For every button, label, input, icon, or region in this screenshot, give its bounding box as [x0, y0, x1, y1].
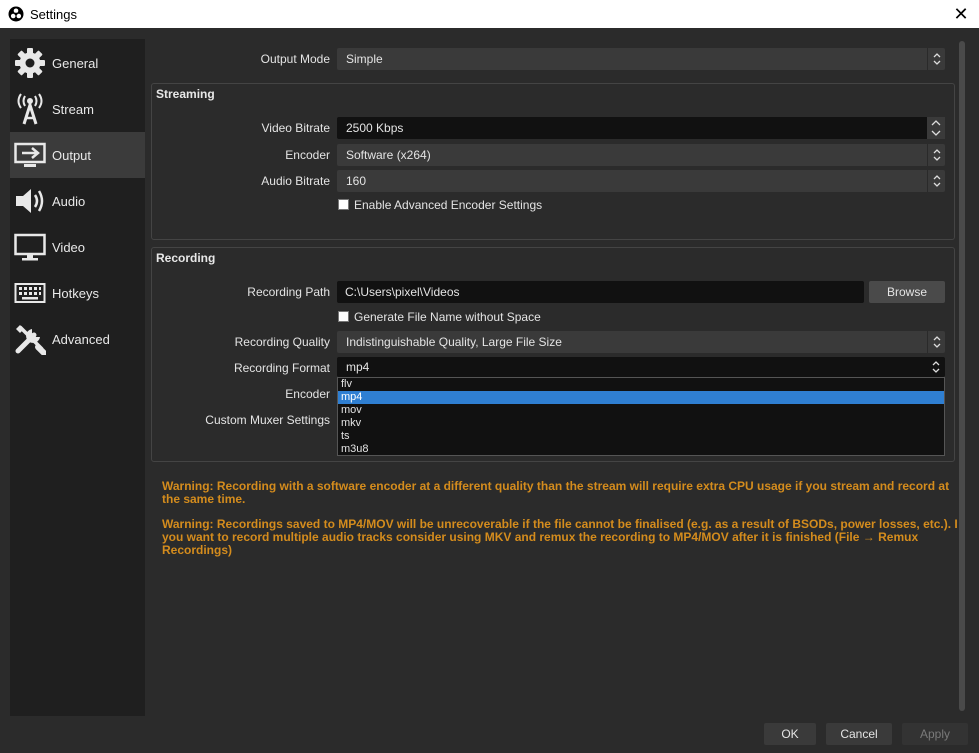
streaming-group-title: Streaming	[156, 87, 215, 101]
no-space-filename-checkbox-label: Generate File Name without Space	[354, 310, 541, 324]
stream-encoder-value: Software (x264)	[346, 148, 431, 162]
advanced-encoder-checkbox[interactable]	[338, 199, 349, 210]
format-option-mov[interactable]: mov	[338, 404, 944, 417]
updown-chevron-icon	[927, 48, 945, 70]
recording-path-label: Recording Path	[247, 285, 330, 299]
monitor-icon	[13, 230, 47, 264]
sidebar-item-label: Video	[52, 239, 86, 255]
sidebar-item-label: Advanced	[52, 331, 110, 347]
output-mode-value: Simple	[346, 52, 383, 66]
sidebar-item-audio[interactable]: Audio	[10, 178, 145, 224]
keyboard-icon	[13, 276, 47, 310]
scrollbar-thumb[interactable]	[959, 41, 965, 711]
sidebar-item-label: General	[52, 55, 99, 71]
settings-sidebar: General Stream Output Audio Video Hotkey…	[10, 39, 145, 716]
gear-icon	[13, 46, 47, 80]
audio-bitrate-value: 160	[346, 174, 367, 188]
output-mode-label: Output Mode	[260, 52, 330, 66]
sidebar-item-output[interactable]: Output	[10, 132, 145, 178]
recording-format-label: Recording Format	[233, 361, 330, 375]
sidebar-item-hotkeys[interactable]: Hotkeys	[10, 270, 145, 316]
custom-muxer-label: Custom Muxer Settings	[205, 413, 330, 427]
apply-button[interactable]: Apply	[902, 723, 968, 745]
recording-format-select[interactable]: mp4	[337, 357, 945, 377]
cancel-button[interactable]: Cancel	[826, 723, 892, 745]
stream-encoder-label: Encoder	[285, 148, 330, 162]
sidebar-item-label: Hotkeys	[52, 285, 99, 301]
stream-encoder-select[interactable]: Software (x264)	[337, 144, 945, 166]
format-option-ts[interactable]: ts	[338, 430, 944, 443]
obs-logo-icon	[8, 6, 24, 22]
video-bitrate-label: Video Bitrate	[261, 121, 331, 135]
close-icon[interactable]: ✕	[949, 2, 973, 26]
video-bitrate-spinbox[interactable]: 2500 Kbps	[337, 117, 945, 139]
spin-buttons[interactable]	[927, 117, 945, 139]
recording-format-dropdown: flv mp4 mov mkv ts m3u8	[337, 377, 945, 456]
title-bar: Settings ✕	[0, 0, 979, 28]
updown-chevron-icon	[927, 170, 945, 192]
sidebar-item-label: Audio	[52, 193, 86, 209]
sidebar-item-label: Output	[52, 147, 92, 163]
recording-quality-value: Indistinguishable Quality, Large File Si…	[346, 335, 562, 349]
updown-chevron-icon	[927, 144, 945, 166]
sidebar-item-stream[interactable]: Stream	[10, 86, 145, 132]
audio-bitrate-select[interactable]: 160	[337, 170, 945, 192]
recording-quality-label: Recording Quality	[234, 335, 330, 349]
warning-line: the same time.	[162, 492, 246, 506]
warning-line: you want to record multiple audio tracks…	[162, 530, 919, 544]
updown-chevron-icon	[927, 357, 945, 377]
cpu-usage-warning: Warning: Recording with a software encod…	[162, 480, 949, 506]
sidebar-item-video[interactable]: Video	[10, 224, 145, 270]
broadcast-antenna-icon	[13, 92, 47, 126]
warning-line: Warning: Recording with a software encod…	[162, 479, 950, 493]
ok-button[interactable]: OK	[764, 723, 816, 745]
format-option-flv[interactable]: flv	[338, 378, 944, 391]
format-option-mp4[interactable]: mp4	[338, 391, 944, 404]
monitor-output-icon	[13, 138, 47, 172]
window-title: Settings	[30, 6, 77, 22]
format-option-m3u8[interactable]: m3u8	[338, 443, 944, 456]
speaker-icon	[13, 184, 47, 218]
recording-format-value: mp4	[346, 360, 370, 374]
vertical-scrollbar[interactable]	[958, 39, 966, 716]
sidebar-item-label: Stream	[52, 101, 94, 117]
advanced-encoder-checkbox-label: Enable Advanced Encoder Settings	[354, 198, 543, 212]
recording-quality-select[interactable]: Indistinguishable Quality, Large File Si…	[337, 331, 945, 353]
output-mode-select[interactable]: Simple	[337, 48, 945, 70]
updown-chevron-icon	[927, 331, 945, 353]
recording-encoder-label: Encoder	[285, 387, 330, 401]
mp4-recovery-warning: Warning: Recordings saved to MP4/MOV wil…	[162, 518, 962, 557]
audio-bitrate-label: Audio Bitrate	[261, 174, 330, 188]
browse-button[interactable]: Browse	[869, 281, 945, 303]
format-option-mkv[interactable]: mkv	[338, 417, 944, 430]
sidebar-item-advanced[interactable]: Advanced	[10, 316, 145, 362]
warning-line: Recordings)	[162, 543, 233, 557]
tools-icon	[13, 322, 47, 356]
recording-group-title: Recording	[156, 251, 216, 265]
no-space-filename-checkbox[interactable]	[338, 311, 349, 322]
video-bitrate-value: 2500 Kbps	[346, 121, 404, 135]
recording-path-input[interactable]: C:\Users\pixel\Videos	[337, 281, 864, 303]
sidebar-item-general[interactable]: General	[10, 40, 145, 86]
